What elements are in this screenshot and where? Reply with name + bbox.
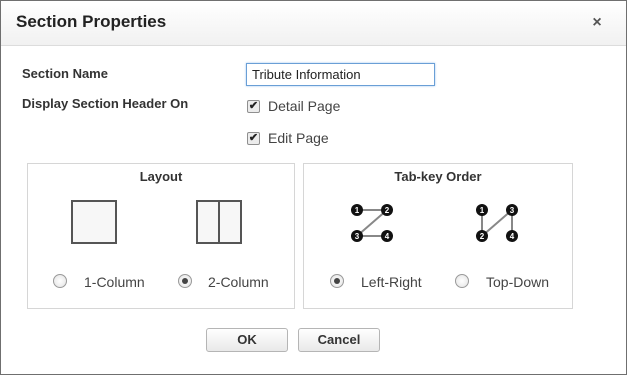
left-right-label: Left-Right (361, 274, 422, 290)
ok-button[interactable]: OK (206, 328, 288, 352)
layout-panel: Layout 1-Column 2-Column (27, 163, 295, 309)
section-name-input[interactable] (246, 63, 435, 86)
detail-page-label: Detail Page (268, 98, 341, 114)
two-column-icon[interactable] (196, 200, 244, 246)
section-name-label: Section Name (22, 66, 108, 81)
display-header-label: Display Section Header On (22, 96, 189, 111)
section-properties-dialog: Section Properties × Section Name Displa… (0, 0, 627, 375)
order-node-label: 2 (480, 232, 485, 241)
dialog-title: Section Properties (16, 12, 167, 31)
order-node-label: 1 (480, 206, 485, 215)
one-column-radio[interactable] (53, 274, 67, 288)
detail-page-checkbox[interactable]: ✔ (247, 100, 260, 113)
order-node-label: 3 (355, 232, 360, 241)
order-node-label: 2 (385, 206, 390, 215)
edit-page-checkbox[interactable]: ✔ (247, 132, 260, 145)
order-node-label: 1 (355, 206, 360, 215)
order-node-label: 3 (510, 206, 515, 215)
left-right-radio[interactable] (330, 274, 344, 288)
one-column-label: 1-Column (84, 274, 145, 290)
order-node-label: 4 (510, 232, 515, 241)
two-column-radio[interactable] (178, 274, 192, 288)
tab-order-panel: Tab-key Order 1 2 3 4 1 3 2 4 Left-Right… (303, 163, 573, 309)
top-down-radio[interactable] (455, 274, 469, 288)
top-down-label: Top-Down (486, 274, 550, 290)
layout-panel-title: Layout (139, 169, 183, 184)
one-column-icon[interactable] (71, 200, 119, 246)
edit-page-label: Edit Page (268, 130, 329, 146)
tab-order-panel-title: Tab-key Order (394, 169, 482, 184)
cancel-button[interactable]: Cancel (298, 328, 380, 352)
order-node-label: 4 (385, 232, 390, 241)
top-down-order-icon[interactable]: 1 3 2 4 (474, 202, 520, 242)
close-icon[interactable]: × (589, 15, 605, 31)
left-right-order-icon[interactable]: 1 2 3 4 (348, 202, 394, 242)
dialog-header: Section Properties × (1, 1, 626, 46)
two-column-label: 2-Column (208, 274, 269, 290)
